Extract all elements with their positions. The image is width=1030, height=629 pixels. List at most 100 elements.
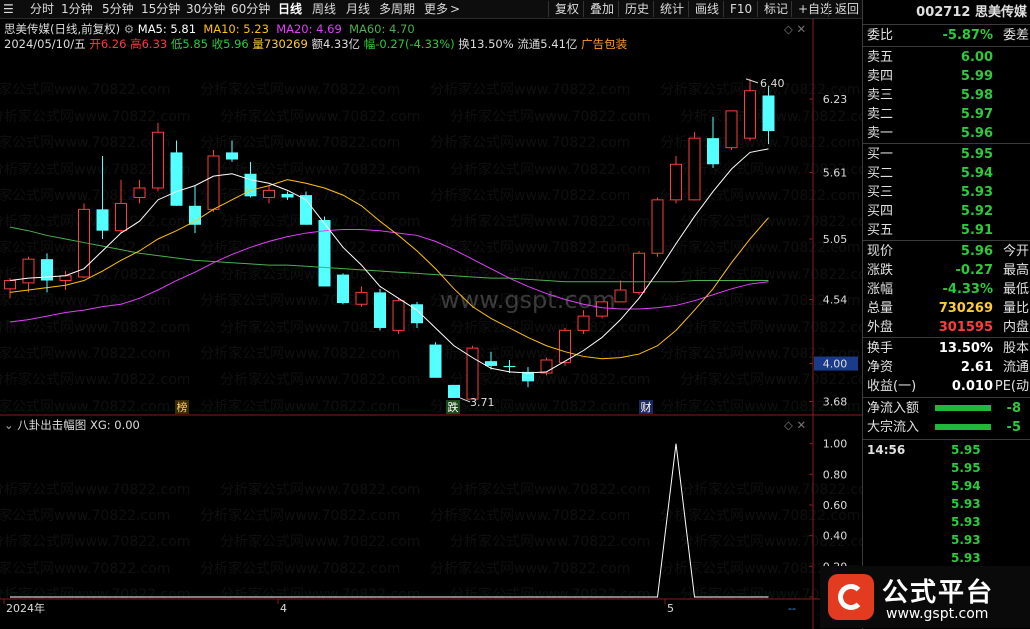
candle-body (466, 347, 479, 400)
bid-row-label: 买一 (867, 147, 894, 162)
candle-body (651, 199, 664, 254)
close-label: 收 (211, 37, 224, 51)
stat2-row-value: 2.61 (960, 360, 993, 375)
stat-row-value: -0.27 (955, 263, 993, 278)
stat-row-ext: 最高 (1002, 263, 1029, 278)
candle-body (762, 95, 775, 132)
ask-row: 卖二 5.97 (863, 105, 1030, 124)
flow-bar (935, 424, 991, 430)
candle-body (559, 329, 571, 363)
close-value: 5.96 (223, 37, 249, 51)
candle-body (688, 137, 701, 201)
tf-monthly[interactable]: 月线 (346, 1, 370, 17)
stat2-row-value: 13.50% (938, 341, 993, 356)
tf-weekly[interactable]: 周线 (312, 1, 336, 17)
draw-button[interactable]: 画线 (688, 1, 719, 17)
sub-close-icon[interactable]: ✕ (797, 418, 807, 432)
tf-more[interactable]: 更多 (424, 1, 448, 17)
ask-row-label: 卖五 (867, 50, 894, 65)
stat-row-label: 涨跌 (867, 263, 894, 278)
candle-body (96, 209, 109, 231)
chart-type-icon[interactable]: ☰ (3, 1, 14, 17)
xg-line (10, 443, 769, 598)
logo-url: www.gspt.com (886, 606, 989, 622)
tf-daily[interactable]: 日线 (278, 1, 302, 17)
mark-button[interactable]: 标记 (757, 1, 788, 17)
axis-corner-label: -- (788, 602, 796, 615)
tf-15min[interactable]: 15分钟 (141, 1, 180, 17)
ask-row-value: 6.00 (960, 50, 993, 65)
price-tick-label: 6.23 (823, 93, 848, 106)
tf-multi[interactable]: 多周期 (379, 1, 415, 17)
volume-value: 730269 (263, 37, 308, 51)
price-tick-label: 5.05 (823, 233, 848, 246)
stat-row: 外盘 301595 内盘 (863, 318, 1030, 337)
settings-icon[interactable]: ⚙ (124, 22, 134, 36)
close-icon[interactable]: ✕ (797, 22, 807, 36)
history-button[interactable]: 历史 (618, 1, 649, 17)
tick-price: 5.95 (951, 443, 981, 457)
flow-bar (935, 405, 991, 411)
ask-row: 卖一 5.96 (863, 124, 1030, 143)
stat-row-value: 730269 (938, 301, 993, 316)
candle-body (725, 110, 738, 149)
sub-tick-label: 0.40 (823, 530, 848, 543)
candle-body (133, 187, 146, 198)
price-tick-label: 5.61 (823, 167, 848, 180)
candle-body (392, 300, 405, 331)
window-controls[interactable]: ◇ ✕ (784, 22, 806, 36)
low-label: 3.71 (470, 396, 495, 409)
flow-label: 大宗流入 (867, 420, 920, 435)
candle-body (226, 152, 238, 160)
change-value: -0.27(-4.33%) (375, 37, 455, 51)
f10-button[interactable]: F10 (723, 1, 752, 17)
candle-body (633, 252, 645, 293)
tick-price: 5.93 (951, 533, 981, 547)
sub-indicator-title: 八卦出击幅图 (17, 418, 87, 432)
bid-row-value: 5.91 (960, 223, 993, 238)
tf-5min[interactable]: 5分钟 (102, 1, 134, 17)
tf-1min[interactable]: 1分钟 (61, 1, 93, 17)
fuquan-button[interactable]: 复权 (548, 1, 579, 17)
kline-chart[interactable]: 6.23 5.61 5.05 4.54 4.00 3.68 1.00 0.80 0.60 0.40… (0, 19, 862, 629)
candle-body (170, 152, 183, 206)
stat2-row-ext: 股本 (1002, 341, 1029, 356)
quote-panel: 002712 思美传媒 委比 -5.87% 委差 卖五 6.00 卖四 5.99 卖三 5… (862, 0, 1030, 629)
add-watchlist-button[interactable]: +自选 (791, 1, 832, 17)
ohlc-info: 2024/05/10/五 开6.26 高6.33 低5.85 收5.96 量73… (4, 37, 627, 51)
tick-row: 5.94 (863, 477, 1030, 495)
flow-row: 净流入额 -8 (863, 399, 1030, 418)
candle-body (207, 155, 220, 210)
sub-collapse-icon[interactable]: ⌄ (4, 418, 14, 432)
sub-window-controls[interactable]: ◇ ✕ (784, 418, 806, 432)
more-arrow-icon[interactable]: > (450, 1, 460, 17)
flow-value: -5 (1006, 420, 1021, 435)
tf-fenshi[interactable]: 分时 (30, 1, 54, 17)
stat-row-value: -4.33% (942, 282, 994, 297)
candle-body (577, 315, 590, 331)
weibi-row: 委比 -5.87% 委差 (863, 26, 1030, 45)
concept-tag[interactable]: 广告包装 (581, 37, 627, 51)
stat-row-label: 总量 (867, 301, 894, 316)
weibi-value: -5.87% (942, 28, 994, 43)
stats-button[interactable]: 统计 (653, 1, 684, 17)
weibi-label: 委比 (867, 28, 894, 43)
stat-row-label: 现价 (867, 244, 894, 259)
overlay-button[interactable]: 叠加 (583, 1, 614, 17)
ask-row-label: 卖一 (867, 126, 894, 141)
diamond-icon[interactable]: ◇ (784, 22, 793, 36)
candle-body (189, 205, 201, 225)
sub-diamond-icon[interactable]: ◇ (784, 418, 793, 432)
candle-body (22, 258, 35, 284)
ask-row-value: 5.96 (960, 126, 993, 141)
back-button[interactable]: 返回 (828, 1, 859, 17)
ma20-legend: MA20: 4.69 (276, 22, 342, 36)
bid-row-label: 买四 (867, 204, 894, 219)
price-tick-label: 4.54 (823, 293, 848, 306)
tf-30min[interactable]: 30分钟 (186, 1, 225, 17)
tf-60min[interactable]: 60分钟 (231, 1, 270, 17)
flow-row: 大宗流入 -5 (863, 418, 1030, 437)
tick-row: 5.95 (863, 459, 1030, 477)
stat-row-ext: 今开 (1002, 244, 1029, 259)
stat2-row-label: 净资 (867, 360, 894, 375)
